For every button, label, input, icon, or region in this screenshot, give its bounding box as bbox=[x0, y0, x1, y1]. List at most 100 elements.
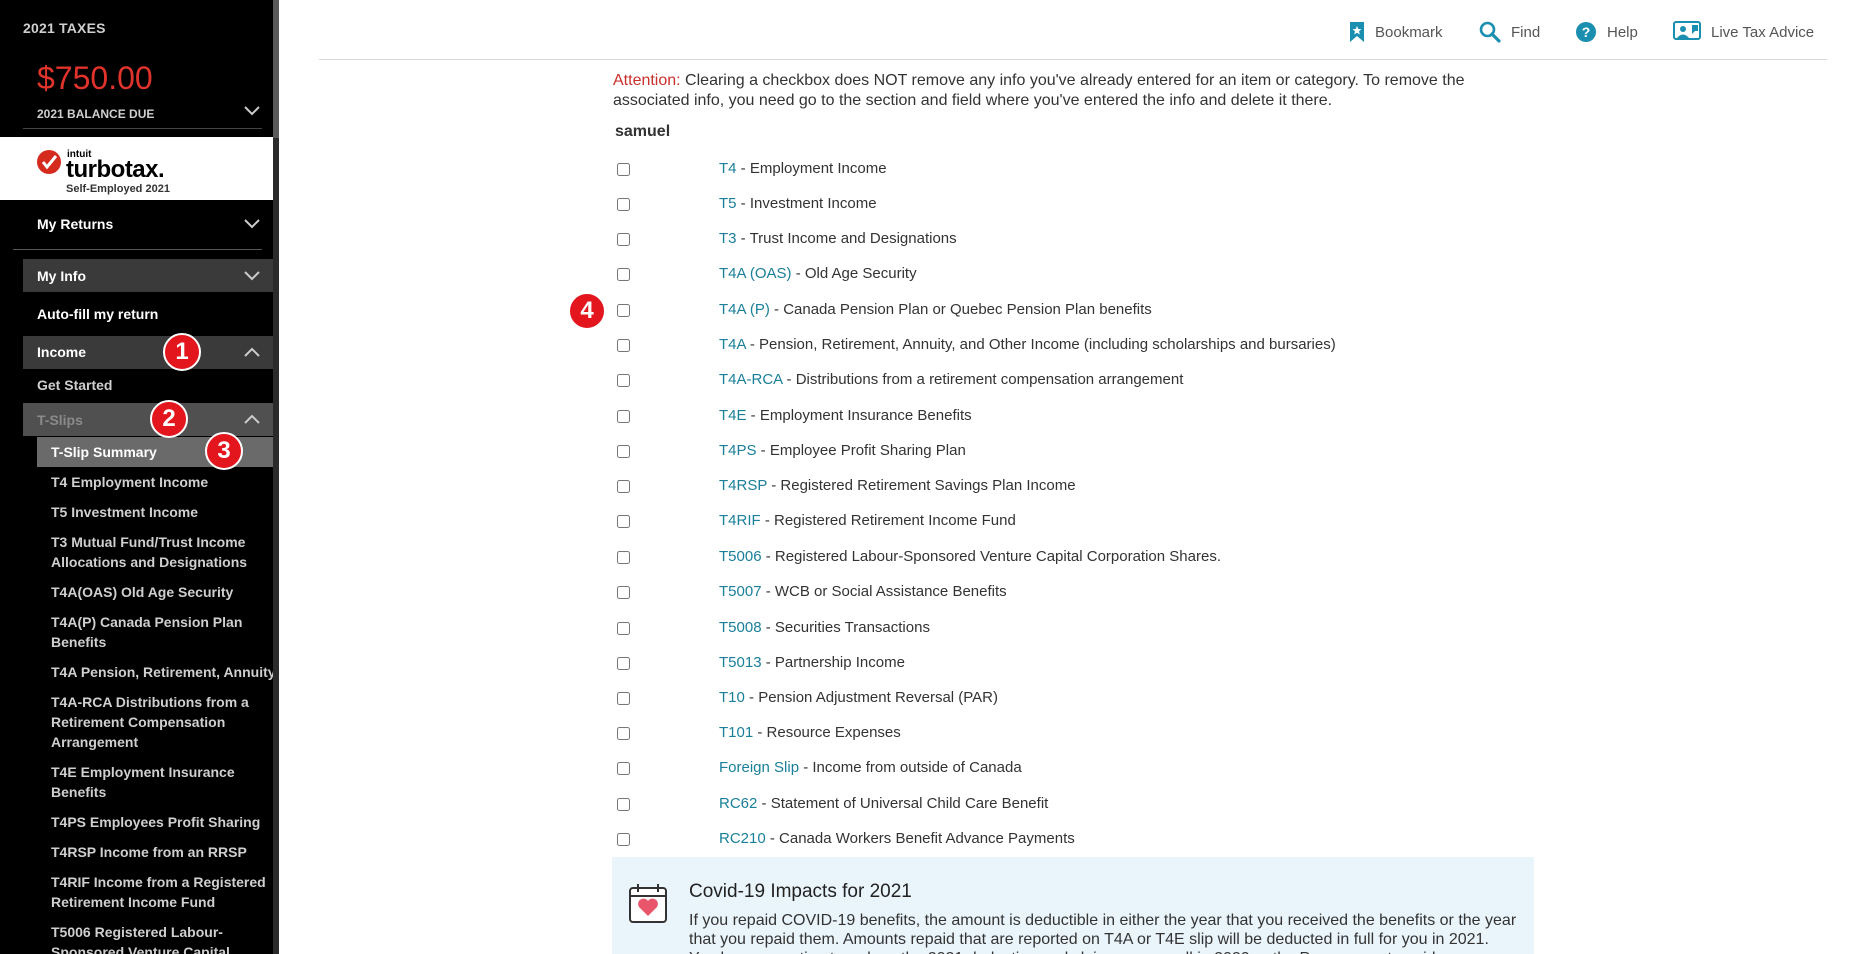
turbotax-wordmark: turbotax. bbox=[66, 156, 165, 183]
step-badge: 1 bbox=[163, 333, 201, 371]
nav-t4[interactable]: T4 Employment Income bbox=[51, 472, 271, 492]
slip-checkbox[interactable] bbox=[617, 339, 630, 352]
slip-checkbox[interactable] bbox=[617, 163, 630, 176]
sidebar-scrollbar[interactable] bbox=[273, 0, 279, 954]
nav-t-slip-summary[interactable]: T-Slip Summary bbox=[51, 442, 157, 462]
slip-checkbox[interactable] bbox=[617, 586, 630, 599]
slip-description: - Canada Pension Plan or Quebec Pension … bbox=[769, 301, 1152, 318]
slip-checkbox[interactable] bbox=[617, 480, 630, 493]
svg-text:?: ? bbox=[1582, 24, 1591, 40]
nav-t4a[interactable]: T4A Pension, Retirement, Annuity bbox=[51, 662, 276, 682]
nav-my-returns[interactable]: My Returns bbox=[37, 216, 113, 232]
slip-checkbox[interactable] bbox=[617, 374, 630, 387]
slip-code-link[interactable]: T3 bbox=[719, 230, 737, 247]
nav-t5[interactable]: T5 Investment Income bbox=[51, 502, 271, 522]
nav-t4rsp[interactable]: T4RSP Income from an RRSP bbox=[51, 842, 271, 862]
nav-autofill[interactable]: Auto-fill my return bbox=[37, 306, 158, 322]
slip-row: T4RIF - Registered Retirement Income Fun… bbox=[617, 510, 1377, 534]
sidebar-scrollbar-thumb[interactable] bbox=[273, 0, 279, 138]
chevron-up-icon[interactable] bbox=[244, 414, 260, 424]
slip-checkbox[interactable] bbox=[617, 727, 630, 740]
balance-year: 2021 TAXES bbox=[23, 20, 106, 36]
nav-t4rif[interactable]: T4RIF Income from a Registered Retiremen… bbox=[51, 872, 271, 912]
divider bbox=[13, 249, 262, 250]
slip-code-link[interactable]: T4A (OAS) bbox=[719, 265, 792, 282]
slip-description: - Registered Retirement Income Fund bbox=[760, 512, 1016, 529]
sidebar: 2021 TAXES $750.00 2021 BALANCE DUE intu… bbox=[0, 0, 279, 954]
chevron-up-icon[interactable] bbox=[244, 347, 260, 357]
slip-label: T4PS - Employee Profit Sharing Plan bbox=[719, 442, 966, 459]
nav-t4e[interactable]: T4E Employment Insurance Benefits bbox=[51, 762, 251, 802]
live-advice-icon bbox=[1673, 21, 1701, 40]
slip-checkbox[interactable] bbox=[617, 198, 630, 211]
slip-description: - Statement of Universal Child Care Bene… bbox=[757, 795, 1049, 812]
slip-code-link[interactable]: T4RSP bbox=[719, 477, 767, 494]
live-tax-advice-button[interactable]: Live Tax Advice bbox=[1673, 20, 1814, 44]
slip-code-link[interactable]: T10 bbox=[719, 689, 745, 706]
slip-code-link[interactable]: T5008 bbox=[719, 619, 762, 636]
slip-code-link[interactable]: T4RIF bbox=[719, 512, 761, 529]
slip-label: T5013 - Partnership Income bbox=[719, 654, 905, 671]
nav-t4a-p[interactable]: T4A(P) Canada Pension Plan Benefits bbox=[51, 612, 271, 652]
nav-income[interactable]: Income bbox=[37, 344, 86, 360]
slip-code-link[interactable]: T5006 bbox=[719, 548, 762, 565]
nav-t5006[interactable]: T5006 Registered Labour-Sponsored Ventur… bbox=[51, 922, 251, 954]
nav-t4a-rca[interactable]: T4A-RCA Distributions from a Retirement … bbox=[51, 692, 266, 752]
slip-code-link[interactable]: T4A-RCA bbox=[719, 371, 782, 388]
attention-notice: Attention: Clearing a checkbox does NOT … bbox=[613, 71, 1513, 111]
slip-code-link[interactable]: T5007 bbox=[719, 583, 762, 600]
slip-code-link[interactable]: T101 bbox=[719, 724, 753, 741]
slip-code-link[interactable]: T5 bbox=[719, 195, 737, 212]
slip-description: - Distributions from a retirement compen… bbox=[782, 371, 1184, 388]
step-badge: 3 bbox=[205, 432, 243, 470]
slip-code-link[interactable]: RC210 bbox=[719, 830, 766, 847]
bookmark-button[interactable]: Bookmark bbox=[1349, 20, 1443, 44]
slip-code-link[interactable]: T4E bbox=[719, 407, 747, 424]
slip-checkbox[interactable] bbox=[617, 692, 630, 705]
slip-checkbox[interactable] bbox=[617, 515, 630, 528]
find-button[interactable]: Find bbox=[1479, 20, 1540, 44]
slip-checkbox[interactable] bbox=[617, 762, 630, 775]
slip-checkbox[interactable] bbox=[617, 304, 630, 317]
chevron-down-icon[interactable] bbox=[244, 219, 260, 229]
slip-code-link[interactable]: Foreign Slip bbox=[719, 759, 799, 776]
slip-row: T4PS - Employee Profit Sharing Plan bbox=[617, 440, 1377, 464]
slip-checkbox[interactable] bbox=[617, 445, 630, 458]
slip-checkbox[interactable] bbox=[617, 410, 630, 423]
nav-t3[interactable]: T3 Mutual Fund/Trust Income Allocations … bbox=[51, 532, 271, 572]
slip-checkbox[interactable] bbox=[617, 798, 630, 811]
slip-checkbox[interactable] bbox=[617, 268, 630, 281]
slip-checkbox[interactable] bbox=[617, 551, 630, 564]
slip-description: - Securities Transactions bbox=[761, 619, 930, 636]
slip-row: T5013 - Partnership Income bbox=[617, 652, 1377, 676]
slip-row: T3 - Trust Income and Designations bbox=[617, 228, 1377, 252]
slip-checkbox[interactable] bbox=[617, 622, 630, 635]
chevron-down-icon[interactable] bbox=[244, 106, 260, 116]
nav-t4ps[interactable]: T4PS Employees Profit Sharing bbox=[51, 812, 271, 832]
slip-label: T4A-RCA - Distributions from a retiremen… bbox=[719, 371, 1183, 388]
help-label: Help bbox=[1607, 23, 1638, 41]
slip-code-link[interactable]: T4 bbox=[719, 160, 737, 177]
slip-row: T4A-RCA - Distributions from a retiremen… bbox=[617, 369, 1377, 393]
slip-code-link[interactable]: T5013 bbox=[719, 654, 762, 671]
slip-description: - Employee Profit Sharing Plan bbox=[756, 442, 966, 459]
slip-code-link[interactable]: T4PS bbox=[719, 442, 757, 459]
bookmark-label: Bookmark bbox=[1375, 23, 1443, 41]
slip-label: Foreign Slip - Income from outside of Ca… bbox=[719, 759, 1022, 776]
nav-t4a-oas[interactable]: T4A(OAS) Old Age Security bbox=[51, 582, 271, 602]
slip-code-link[interactable]: T4A bbox=[719, 336, 746, 353]
slip-code-link[interactable]: T4A (P) bbox=[719, 301, 770, 318]
slip-checkbox[interactable] bbox=[617, 233, 630, 246]
slip-label: T10 - Pension Adjustment Reversal (PAR) bbox=[719, 689, 998, 706]
nav-my-info[interactable]: My Info bbox=[37, 268, 86, 284]
slip-code-link[interactable]: RC62 bbox=[719, 795, 757, 812]
slip-checkbox[interactable] bbox=[617, 657, 630, 670]
nav-get-started[interactable]: Get Started bbox=[37, 375, 112, 395]
chevron-down-icon[interactable] bbox=[244, 271, 260, 281]
slip-label: T4 - Employment Income bbox=[719, 160, 887, 177]
turbotax-check-icon bbox=[37, 150, 61, 174]
slip-checkbox[interactable] bbox=[617, 833, 630, 846]
help-button[interactable]: ? Help bbox=[1575, 20, 1638, 44]
nav-t-slips[interactable]: T-Slips bbox=[37, 412, 83, 428]
step-badge: 2 bbox=[150, 400, 188, 438]
